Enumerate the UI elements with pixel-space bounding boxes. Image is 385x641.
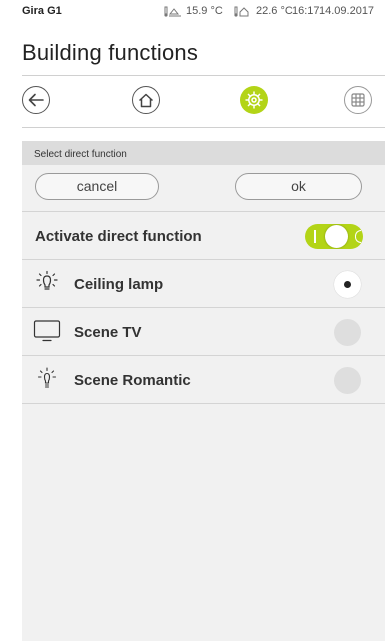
toggle-off-mark <box>355 230 361 243</box>
activate-direct-function-label: Activate direct function <box>35 228 202 245</box>
tv-icon <box>33 318 61 344</box>
functions-button[interactable] <box>240 86 268 114</box>
nav-divider <box>22 127 385 128</box>
activate-direct-function-row: Activate direct function <box>22 212 385 260</box>
function-item-ceiling-lamp[interactable]: Ceiling lamp <box>22 260 385 308</box>
clock-time: 16:17 <box>292 5 320 17</box>
navigation-bar <box>22 86 372 116</box>
title-divider <box>22 75 385 76</box>
cancel-button[interactable]: cancel <box>35 173 159 200</box>
function-item-label: Ceiling lamp <box>74 276 164 293</box>
function-item-radio[interactable] <box>334 367 361 394</box>
function-item-label: Scene Romantic <box>74 372 191 389</box>
clock-date: 14.09.2017 <box>319 5 375 17</box>
status-bar: Gira G1 15.9 °C 22.6 °C 16:17 14.09.2017 <box>0 0 385 22</box>
ceiling-lamp-icon <box>33 270 61 296</box>
indoor-thermometer-icon <box>234 6 249 17</box>
gear-icon <box>245 91 263 109</box>
activate-direct-function-toggle[interactable] <box>305 224 363 249</box>
panel-header: Select direct function <box>22 141 385 165</box>
page-title: Building functions <box>22 40 199 65</box>
house-icon <box>138 93 154 107</box>
ok-button[interactable]: ok <box>235 173 362 200</box>
outdoor-thermometer-icon <box>164 6 181 17</box>
toggle-knob <box>325 225 348 248</box>
function-item-scene-romantic[interactable]: Scene Romantic <box>22 356 385 404</box>
function-item-radio[interactable] <box>334 319 361 346</box>
function-item-radio-selected[interactable] <box>334 271 361 298</box>
action-buttons: cancel ok <box>22 165 385 212</box>
function-item-label: Scene TV <box>74 324 142 341</box>
indoor-temperature: 22.6 °C <box>234 5 293 17</box>
radio-dot <box>344 281 351 288</box>
indoor-temperature-value: 22.6 °C <box>256 5 293 17</box>
grid-icon <box>351 93 365 107</box>
outdoor-temperature-value: 15.9 °C <box>186 5 223 17</box>
back-button[interactable] <box>22 86 50 114</box>
grid-button[interactable] <box>344 86 372 114</box>
direct-function-panel: Select direct function cancel ok Activat… <box>22 141 385 641</box>
dim-lamp-icon <box>33 366 61 392</box>
function-item-scene-tv[interactable]: Scene TV <box>22 308 385 356</box>
toggle-on-mark <box>314 230 316 243</box>
home-button[interactable] <box>132 86 160 114</box>
arrow-left-icon <box>28 93 44 107</box>
device-name: Gira G1 <box>22 5 62 17</box>
outdoor-temperature: 15.9 °C <box>164 5 223 17</box>
